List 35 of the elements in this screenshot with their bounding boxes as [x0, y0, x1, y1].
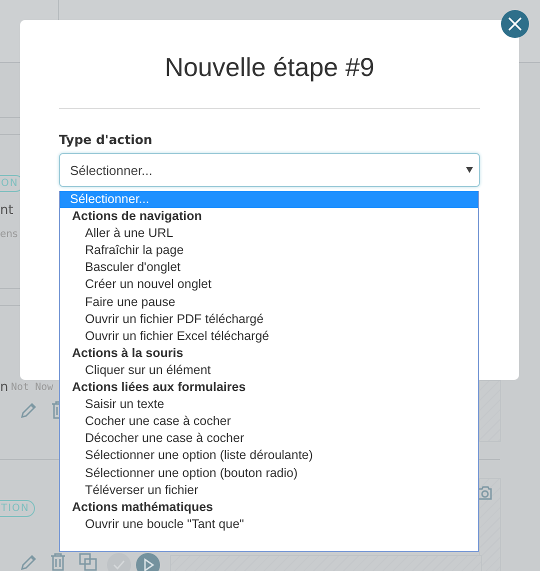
close-icon: [508, 17, 522, 31]
dropdown-option[interactable]: Ouvrir une boucle "Tant que": [60, 516, 478, 533]
caret-icon: [466, 167, 473, 173]
dropdown-option[interactable]: Aller à une URL: [60, 225, 478, 242]
field-label: Type d'action: [59, 132, 152, 147]
dropdown-option[interactable]: Rafraîchir la page: [60, 242, 478, 260]
camera-icon[interactable]: [478, 485, 492, 501]
dropdown-option[interactable]: Cocher une case à cocher: [60, 413, 478, 430]
trash-icon[interactable]: [50, 553, 66, 571]
dropdown-option[interactable]: Ouvrir un fichier PDF téléchargé: [60, 310, 478, 328]
dropdown-option[interactable]: Ouvrir un fichier Excel téléchargé: [60, 328, 478, 345]
action-type-select[interactable]: Sélectionner...: [59, 153, 480, 187]
dropdown-option[interactable]: Décocher une case à cocher: [60, 430, 478, 448]
dropdown-option[interactable]: Cliquer sur un élément: [60, 362, 478, 380]
option-group-label: Actions à la souris: [71, 344, 184, 362]
pencil-icon[interactable]: [20, 401, 38, 419]
card-background: [479, 380, 501, 442]
dropdown-option[interactable]: Sélectionner une option (bouton radio): [60, 464, 478, 482]
dropdown-option[interactable]: Téléverser un fichier: [60, 482, 478, 499]
body-text: nt: [0, 203, 14, 218]
dropdown-option[interactable]: Basculer d'onglet: [60, 259, 478, 276]
dropdown-option[interactable]: Sélectionner une option (liste déroulante): [60, 447, 478, 464]
option-group-label: Actions de navigation: [71, 208, 203, 226]
pencil-icon[interactable]: [20, 553, 38, 571]
dropdown-option[interactable]: Créer un nouvel onglet: [60, 276, 478, 294]
dropdown-option[interactable]: Saisir un texte: [60, 396, 478, 414]
copy-icon[interactable]: [79, 553, 97, 571]
dropdown-option[interactable]: Faire une pause: [60, 294, 478, 311]
modal-title: Nouvelle étape #9: [164, 51, 374, 84]
check-button[interactable]: [107, 553, 131, 571]
option-group-label: Actions liées aux formulaires: [71, 379, 247, 396]
status-badge: TION: [0, 500, 36, 517]
play-button[interactable]: [136, 553, 160, 571]
body-text: n: [0, 380, 8, 395]
option-group-label: Actions mathématiques: [71, 498, 214, 516]
